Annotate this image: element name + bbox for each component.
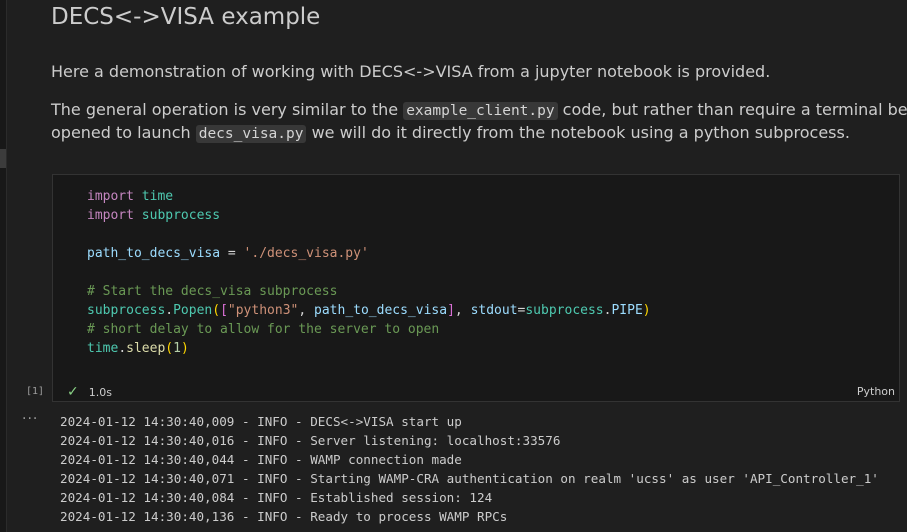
paragraph-text: opened to launch	[51, 123, 196, 142]
keyword: import	[87, 208, 134, 223]
module-name: subprocess	[87, 303, 166, 318]
module-name: time	[141, 189, 174, 204]
keyword: import	[87, 189, 134, 204]
function-name: sleep	[126, 341, 166, 356]
ellipsis-icon[interactable]: ···	[22, 411, 38, 427]
paragraph-text: code, but rather than require a terminal…	[557, 100, 907, 119]
output-line: 2024-01-12 14:30:40,016 - INFO - Server …	[60, 433, 561, 448]
check-icon: ✓	[67, 384, 79, 400]
module-name: subprocess	[525, 303, 604, 318]
class-name: Popen	[173, 303, 213, 318]
markdown-paragraph-2-line-2: opened to launch decs_visa.py we will do…	[51, 121, 850, 146]
string-literal: './decs_visa.py'	[243, 246, 369, 261]
output-line: 2024-01-12 14:30:40,136 - INFO - Ready t…	[60, 509, 508, 524]
code-comment: # short delay to allow for the server to…	[87, 322, 440, 337]
code-editor[interactable]: import time import subprocess path_to_de…	[87, 187, 651, 358]
keyword-argument: stdout	[470, 303, 518, 318]
string-literal: "python3"	[227, 303, 299, 318]
output-line: 2024-01-12 14:30:40,071 - INFO - Startin…	[60, 471, 879, 486]
cell-status-bar: ✓ 1.0s	[67, 384, 112, 400]
editor-gutter	[0, 0, 7, 532]
markdown-paragraph-1: Here a demonstration of working with DEC…	[51, 62, 771, 81]
execution-count: [1]	[26, 386, 45, 397]
variable: path_to_decs_visa	[314, 303, 448, 318]
output-line: 2024-01-12 14:30:40,044 - INFO - WAMP co…	[60, 452, 462, 467]
markdown-paragraph-2-line-1: The general operation is very similar to…	[51, 98, 907, 123]
paragraph-text: The general operation is very similar to…	[51, 100, 404, 119]
number-literal: 1	[173, 341, 181, 356]
code-cell[interactable]: import time import subprocess path_to_de…	[52, 174, 900, 402]
inline-code: example_client.py	[403, 102, 558, 120]
markdown-heading: DECS<->VISA example	[51, 4, 321, 30]
inline-code: decs_visa.py	[195, 125, 307, 143]
module-name: time	[87, 341, 119, 356]
operator: =	[220, 246, 244, 261]
cell-focus-marker	[0, 149, 6, 168]
output-line: 2024-01-12 14:30:40,009 - INFO - DECS<->…	[60, 414, 462, 429]
cell-output: 2024-01-12 14:30:40,009 - INFO - DECS<->…	[60, 412, 900, 526]
constant: PIPE	[611, 303, 643, 318]
execution-duration: 1.0s	[88, 385, 112, 399]
module-name: subprocess	[141, 208, 221, 223]
cell-language-picker[interactable]: Python	[857, 385, 895, 398]
output-line: 2024-01-12 14:30:40,084 - INFO - Establi…	[60, 490, 493, 505]
code-comment: # Start the decs_visa subprocess	[87, 284, 338, 299]
paragraph-text: we will do it directly from the notebook…	[306, 123, 850, 142]
variable: path_to_decs_visa	[87, 246, 221, 261]
